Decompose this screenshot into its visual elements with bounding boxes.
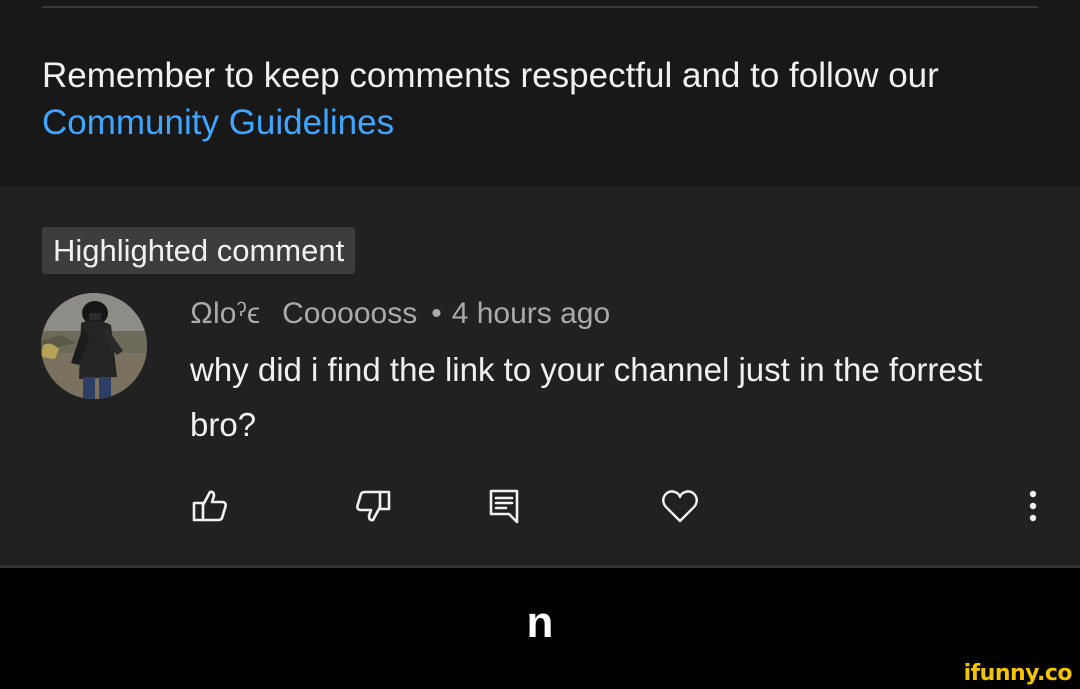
divider [0,565,1080,568]
meme-caption: n [526,598,554,647]
reply-button[interactable] [482,484,526,528]
author-handle[interactable]: Ωloˀϵ [190,297,260,330]
author-name[interactable]: Coooooss [282,297,417,330]
dislike-icon [356,490,391,522]
like-icon [192,490,227,522]
screenshot-frame: Remember to keep comments respectful and… [0,0,1080,689]
avatar-photo [41,293,147,399]
guidelines-notice: Remember to keep comments respectful and… [42,52,1042,146]
meta-separator: • [431,297,442,330]
comment-text: why did i find the link to your channel … [190,351,983,443]
comment-timestamp: 4 hours ago [451,297,611,330]
like-button[interactable] [188,484,232,528]
more-options-button[interactable] [1011,484,1055,528]
meme-caption-bar: n ifunny.co [0,565,1080,689]
highlighted-comment-chip: Highlighted comment [42,227,356,274]
heart-icon [662,490,698,523]
avatar[interactable] [41,293,147,399]
ifunny-watermark: ifunny.co [963,661,1073,686]
notice-text: Remember to keep comments respectful and… [42,56,939,95]
guidelines-notice-section: Remember to keep comments respectful and… [0,0,1080,186]
dislike-button[interactable] [351,484,395,528]
community-guidelines-link[interactable]: Community Guidelines [42,103,394,142]
highlighted-comment-section: Highlighted comment Ωloˀϵ Coooooss • 4 hour… [0,186,1080,565]
heart-button[interactable] [658,484,702,528]
comment-meta: Ωloˀϵ Coooooss • 4 hours ago [190,294,610,334]
reply-icon [489,489,519,524]
divider [42,6,1038,8]
more-vertical-icon [1029,490,1037,522]
